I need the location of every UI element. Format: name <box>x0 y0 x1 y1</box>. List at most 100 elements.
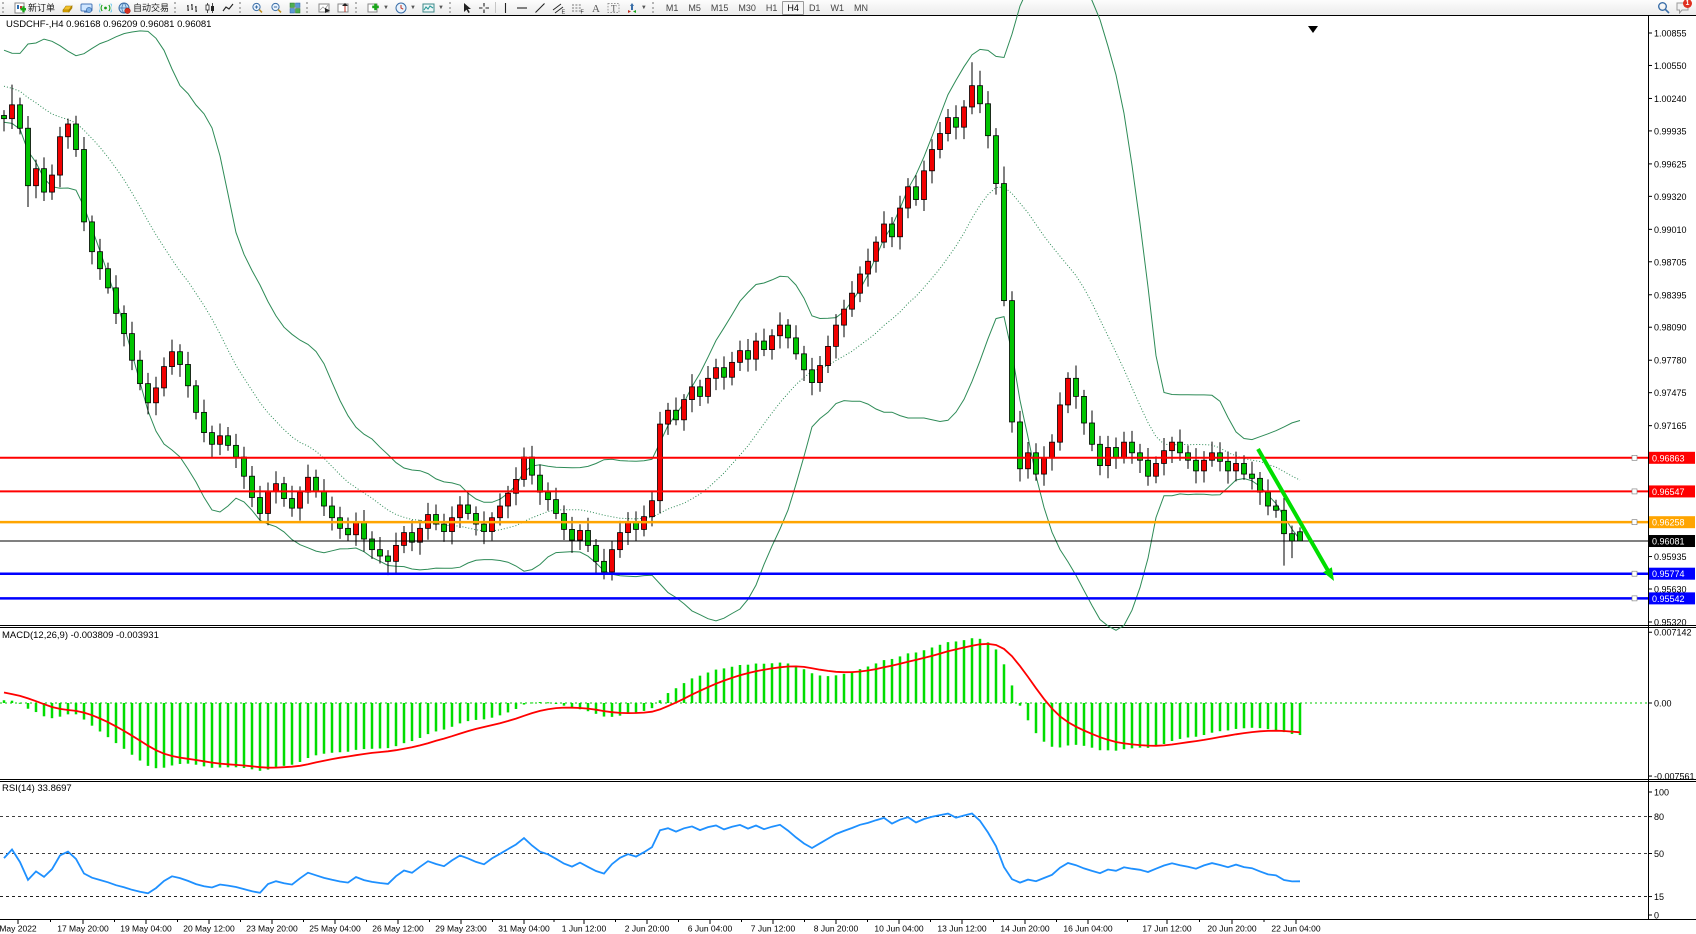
candle-bearish <box>954 118 959 128</box>
macd-histogram-bar <box>1059 703 1062 747</box>
macd-histogram-bar <box>539 702 542 703</box>
macd-histogram-bar <box>107 703 110 737</box>
time-axis-label: 19 May 04:00 <box>120 924 172 934</box>
candle-bullish <box>506 493 511 506</box>
macd-histogram-bar <box>387 703 390 748</box>
candle-bearish <box>378 550 383 556</box>
price-tick-label: 1.00855 <box>1654 29 1687 39</box>
candle-bullish <box>946 118 951 134</box>
price-tick-label: 0.95935 <box>1654 552 1687 562</box>
candle-bearish <box>1034 453 1039 474</box>
macd-histogram-bar <box>971 638 974 703</box>
macd-histogram-bar <box>187 703 190 764</box>
candle-bullish <box>1122 442 1127 458</box>
candle-bearish <box>258 497 263 513</box>
macd-histogram-bar <box>155 703 158 768</box>
candle-bearish <box>26 128 31 185</box>
macd-histogram-bar <box>1043 703 1046 742</box>
candle-bearish <box>762 341 767 350</box>
macd-histogram-bar <box>739 665 742 703</box>
macd-histogram-bar <box>435 703 438 731</box>
macd-histogram-bar <box>83 703 86 720</box>
macd-histogram-bar <box>403 703 406 743</box>
candle-bullish <box>898 208 903 237</box>
candle-bullish <box>842 309 847 325</box>
macd-histogram-bar <box>995 649 998 703</box>
time-axis-label: 17 May 20:00 <box>57 924 109 934</box>
candle-bullish <box>154 388 159 403</box>
bollinger-upper-line <box>4 0 1300 502</box>
candle-bullish <box>738 351 743 363</box>
time-axis-label: 8 Jun 20:00 <box>814 924 859 934</box>
candle-bullish <box>818 366 823 383</box>
candle-bullish <box>58 137 63 175</box>
hline-anchor[interactable] <box>1632 455 1637 460</box>
macd-histogram-bar <box>211 703 214 768</box>
macd-histogram-bar <box>491 703 494 718</box>
macd-histogram-bar <box>715 670 718 703</box>
time-axis-label: 22 Jun 04:00 <box>1271 924 1320 934</box>
chart-shift-marker[interactable] <box>1308 26 1318 33</box>
trend-arrow-line[interactable] <box>1258 449 1330 574</box>
time-axis-label: 17 Jun 12:00 <box>1142 924 1191 934</box>
candle-bullish <box>730 362 735 377</box>
candle-bearish <box>914 187 919 200</box>
macd-histogram-bar <box>859 669 862 703</box>
macd-histogram-bar <box>1235 703 1238 729</box>
candle-bearish <box>1114 447 1119 458</box>
macd-histogram-bar <box>979 639 982 703</box>
macd-histogram-bar <box>355 703 358 750</box>
macd-tick-label: 0.007142 <box>1654 628 1692 638</box>
candle-bearish <box>202 412 207 432</box>
macd-histogram-bar <box>1195 703 1198 737</box>
macd-histogram-bar <box>219 703 222 768</box>
candle-bearish <box>802 354 807 370</box>
candle-bearish <box>530 457 535 475</box>
macd-histogram-bar <box>3 700 6 703</box>
candle-bullish <box>850 293 855 309</box>
hline-price-label: 0.96258 <box>1652 518 1685 528</box>
candle-bullish <box>418 528 423 542</box>
hline-anchor[interactable] <box>1632 571 1637 576</box>
macd-histogram-bar <box>427 703 430 734</box>
candle-bullish <box>882 224 887 242</box>
chart-canvas[interactable]: 0.968630.965470.962580.957740.955420.960… <box>0 0 1696 934</box>
candle-bearish <box>346 528 351 534</box>
time-axis-label: 7 Jun 12:00 <box>751 924 796 934</box>
macd-histogram-bar <box>531 702 534 703</box>
macd-histogram-bar <box>459 703 462 723</box>
macd-tick-label: -0.007561 <box>1654 772 1695 782</box>
macd-histogram-bar <box>659 700 662 703</box>
candle-bearish <box>1074 378 1079 396</box>
macd-histogram-bar <box>1035 703 1038 733</box>
candle-bearish <box>1226 461 1231 471</box>
price-tick-label: 0.99625 <box>1654 159 1687 169</box>
hline-anchor[interactable] <box>1632 489 1637 494</box>
candle-bullish <box>650 501 655 517</box>
time-axis-label: May 2022 <box>0 924 37 934</box>
candle-bearish <box>978 86 983 104</box>
rsi-tick-label: 80 <box>1654 812 1664 822</box>
hline-anchor[interactable] <box>1632 596 1637 601</box>
candle-bullish <box>970 86 975 107</box>
macd-histogram-bar <box>163 703 166 768</box>
macd-histogram-bar <box>731 667 734 703</box>
candle-bullish <box>866 261 871 274</box>
hline-anchor[interactable] <box>1632 520 1637 525</box>
price-tick-label: 0.97165 <box>1654 421 1687 431</box>
candle-bearish <box>586 530 591 545</box>
macd-histogram-bar <box>1163 703 1166 744</box>
macd-histogram-bar <box>227 703 230 767</box>
candle-bullish <box>1058 405 1063 442</box>
macd-histogram-bar <box>467 703 470 721</box>
candle-bearish <box>1274 506 1279 510</box>
macd-histogram-bar <box>1275 703 1278 730</box>
candle-bullish <box>522 457 527 479</box>
candle-bearish <box>314 477 319 491</box>
macd-histogram-bar <box>363 703 366 749</box>
macd-histogram-bar <box>1171 703 1174 741</box>
candle-bullish <box>610 550 615 572</box>
macd-histogram-bar <box>987 642 990 703</box>
candle-bullish <box>298 492 303 508</box>
macd-histogram-bar <box>1299 703 1302 735</box>
